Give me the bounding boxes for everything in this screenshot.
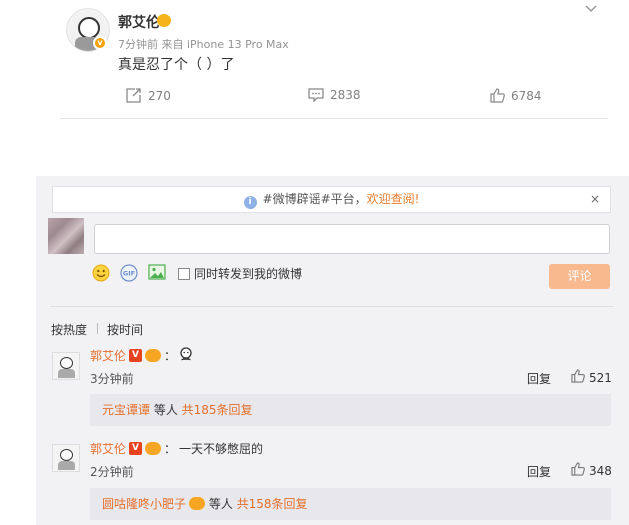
rumor-notice: i #微博辟谣#平台，欢迎查阅! ×	[52, 186, 611, 213]
sticker-icon	[179, 347, 193, 364]
reply-button[interactable]: 回复	[527, 463, 551, 480]
replies-mid: 等人	[205, 497, 237, 511]
verified-badge-icon: v	[93, 36, 107, 50]
comment-line: 郭艾伦 V ： 一天不够憋屈的	[90, 440, 263, 457]
forward-label: 同时转发到我的微博	[194, 267, 303, 281]
emoji-icon[interactable]	[92, 264, 110, 285]
comment-button[interactable]: 2838	[308, 88, 361, 102]
thumbs-up-icon	[571, 369, 585, 386]
checkbox[interactable]	[178, 267, 190, 280]
comment-icon	[308, 88, 324, 102]
verified-v-icon: V	[129, 349, 143, 362]
sort-separator	[97, 323, 98, 334]
author-name[interactable]: 郭艾伦	[118, 12, 160, 32]
post-meta: 7分钟前 来自 iPhone 13 Pro Max	[118, 38, 289, 51]
more-replies-link[interactable]: 共158条回复	[237, 497, 308, 511]
comment-separator: ：	[164, 349, 177, 363]
comment-like-count: 521	[589, 370, 612, 385]
post-text: 真是忍了个（ ）了	[118, 57, 235, 73]
fan-badge-icon	[145, 442, 162, 455]
comment-like-button[interactable]: 521	[571, 369, 612, 386]
like-button[interactable]: 6784	[490, 88, 542, 103]
image-icon[interactable]	[148, 264, 166, 283]
submit-comment-button[interactable]: 评论	[549, 264, 610, 289]
notice-link[interactable]: 欢迎查阅!	[367, 192, 420, 206]
reply-author[interactable]: 元宝谭谭	[102, 403, 150, 417]
reply-author[interactable]: 圆咕隆咚小肥子	[102, 497, 186, 511]
more-replies-link[interactable]: 共185条回复	[182, 403, 253, 417]
repost-button[interactable]: 270	[126, 88, 171, 103]
commenter-avatar[interactable]	[52, 352, 80, 380]
commenter-name[interactable]: 郭艾伦	[90, 347, 126, 364]
comment-count: 2838	[330, 88, 361, 102]
thumbs-up-icon	[490, 88, 505, 103]
weibo-post: v 郭艾伦 7分钟前 来自 iPhone 13 Pro Max 真是忍了个（ ）…	[0, 0, 629, 150]
comment-text: 一天不够憋屈的	[179, 442, 264, 456]
comment-panel: i #微博辟谣#平台，欢迎查阅! × GIF 同时转发到我的微博 评论 按热度 按…	[36, 176, 629, 525]
fan-badge-icon	[157, 14, 171, 27]
divider	[50, 306, 613, 307]
thumbs-up-icon	[571, 462, 585, 479]
notice-text: #微博辟谣#平台，	[262, 192, 367, 206]
replies-mid: 等人	[150, 403, 182, 417]
chevron-down-icon[interactable]	[585, 2, 597, 17]
verified-v-icon: V	[129, 442, 143, 455]
commenter-name[interactable]: 郭艾伦	[90, 440, 126, 457]
comment-like-count: 348	[589, 463, 612, 478]
replies-summary[interactable]: 元宝谭谭 等人 共185条回复	[90, 394, 611, 426]
info-icon: i	[243, 196, 257, 209]
comment-like-button[interactable]: 348	[571, 462, 612, 479]
replies-summary[interactable]: 圆咕隆咚小肥子 等人 共158条回复	[90, 488, 611, 520]
comment-input[interactable]	[94, 224, 610, 254]
comment-separator: ：	[164, 442, 177, 456]
sort-by-time[interactable]: 按时间	[107, 321, 143, 338]
comment-line: 郭艾伦 V ：	[90, 347, 196, 364]
sort-by-hot[interactable]: 按热度	[51, 321, 87, 338]
divider	[60, 118, 608, 119]
repost-count: 270	[148, 88, 171, 103]
svg-text:GIF: GIF	[123, 270, 135, 278]
comment-time: 2分钟前	[90, 465, 134, 479]
gif-icon[interactable]: GIF	[120, 264, 138, 285]
current-user-avatar	[48, 218, 84, 254]
like-count: 6784	[511, 88, 542, 103]
fan-badge-icon	[145, 349, 162, 362]
commenter-avatar[interactable]	[52, 444, 80, 472]
close-icon[interactable]: ×	[590, 187, 600, 212]
repost-icon	[126, 88, 142, 103]
fan-badge-icon	[189, 497, 206, 510]
reply-button[interactable]: 回复	[527, 370, 551, 387]
comment-time: 3分钟前	[90, 372, 134, 386]
forward-checkbox[interactable]: 同时转发到我的微博	[178, 265, 302, 282]
